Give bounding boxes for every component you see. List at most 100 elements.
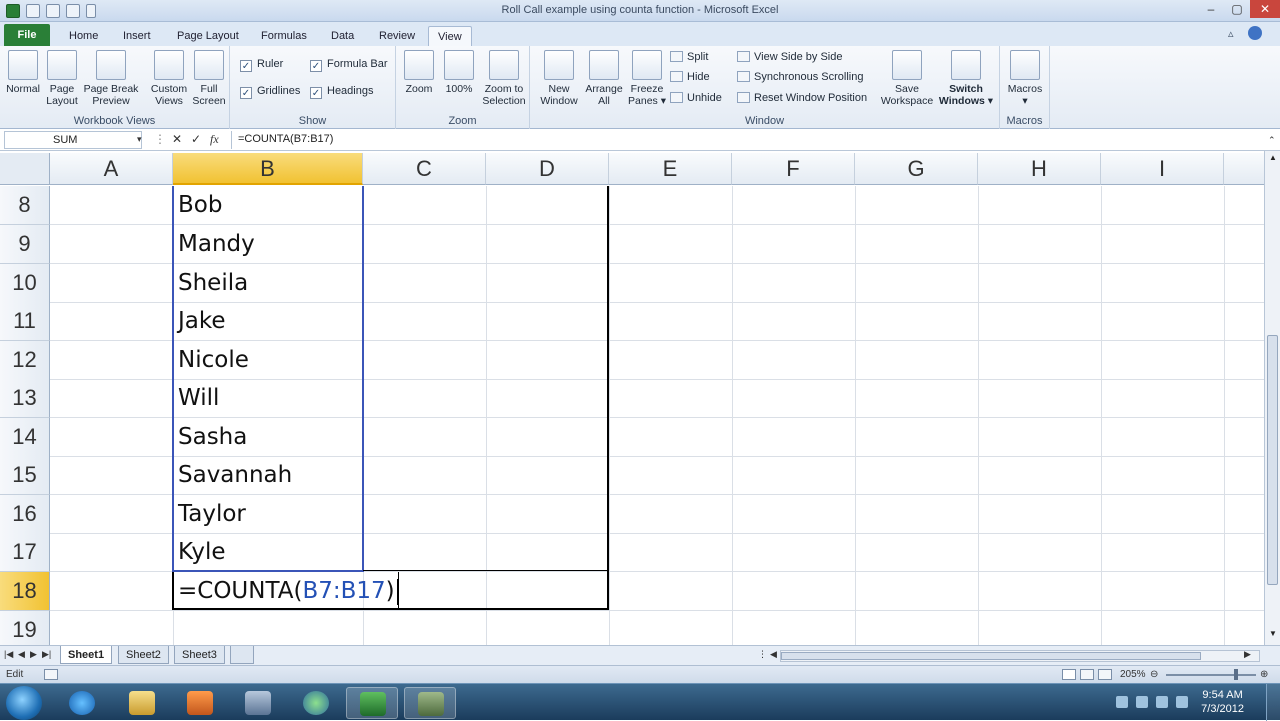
tray-flag-icon[interactable] xyxy=(1116,696,1128,708)
column-header-a[interactable]: A xyxy=(50,153,173,185)
prev-sheet-icon[interactable]: ◀ xyxy=(18,649,25,660)
taskbar-internet-explorer[interactable] xyxy=(56,687,108,719)
tab-file[interactable]: File xyxy=(4,24,50,46)
row-header-16[interactable]: 16 xyxy=(0,495,50,534)
select-all-corner[interactable] xyxy=(0,153,50,185)
zoom-slider-thumb[interactable] xyxy=(1234,669,1238,680)
hide-button[interactable]: Hide xyxy=(670,71,710,83)
custom-views-button[interactable]: Custom Views xyxy=(148,50,190,107)
unhide-button[interactable]: Unhide xyxy=(670,92,722,104)
save-workspace-button[interactable]: Save Workspace xyxy=(876,50,938,107)
start-button[interactable] xyxy=(6,686,42,720)
tab-split-handle-icon[interactable]: ⋮ xyxy=(758,649,767,660)
macros-button[interactable]: Macros ▾ xyxy=(1004,50,1046,107)
zoom-100-button[interactable]: 100% xyxy=(440,50,478,95)
tab-formulas[interactable]: Formulas xyxy=(252,26,316,46)
page-layout-view-icon[interactable] xyxy=(1080,669,1094,680)
minimize-ribbon-icon[interactable]: ▵ xyxy=(1228,27,1234,40)
freeze-panes-button[interactable]: Freeze Panes ▾ xyxy=(626,50,668,107)
cell-b9[interactable]: Mandy xyxy=(173,225,255,263)
zoom-in-icon[interactable]: ⊕ xyxy=(1260,669,1268,680)
tab-page-layout[interactable]: Page Layout xyxy=(168,26,248,46)
scroll-right-icon[interactable]: ▶ xyxy=(1244,649,1251,660)
normal-view-icon[interactable] xyxy=(1062,669,1076,680)
split-button[interactable]: Split xyxy=(670,51,708,63)
column-header-h[interactable]: H xyxy=(978,153,1101,185)
enter-icon[interactable]: ✓ xyxy=(191,132,201,146)
column-header-i[interactable]: I xyxy=(1101,153,1224,185)
macro-record-icon[interactable] xyxy=(44,669,58,680)
page-break-view-icon[interactable] xyxy=(1098,669,1112,680)
minimize-button[interactable]: – xyxy=(1198,0,1224,18)
next-sheet-icon[interactable]: ▶ xyxy=(30,649,37,660)
normal-view-button[interactable]: Normal xyxy=(3,50,43,95)
cell-b10[interactable]: Sheila xyxy=(173,264,248,302)
zoom-out-icon[interactable]: ⊖ xyxy=(1150,669,1158,680)
cell-b8[interactable]: Bob xyxy=(173,186,222,224)
tab-insert[interactable]: Insert xyxy=(114,26,160,46)
switch-windows-button[interactable]: Switch Windows ▾ xyxy=(936,50,996,107)
cell-b11[interactable]: Jake xyxy=(173,302,226,340)
cell-b12[interactable]: Nicole xyxy=(173,341,249,379)
row-header-8[interactable]: 8 xyxy=(0,186,50,225)
sheet-tab-sheet1[interactable]: Sheet1 xyxy=(60,646,113,664)
name-box[interactable]: SUM xyxy=(4,131,142,149)
ruler-checkbox[interactable]: ✓ Ruler xyxy=(240,58,283,72)
column-header-b[interactable]: B xyxy=(173,153,363,185)
row-header-17[interactable]: 17 xyxy=(0,533,50,572)
reset-window-position-button[interactable]: Reset Window Position xyxy=(737,92,867,104)
column-header-g[interactable]: G xyxy=(855,153,978,185)
cell-b13[interactable]: Will xyxy=(173,379,219,417)
synchronous-scrolling-button[interactable]: Synchronous Scrolling xyxy=(737,71,863,83)
cell-b14[interactable]: Sasha xyxy=(173,418,247,456)
insert-function-icon[interactable]: fx xyxy=(210,132,219,147)
maximize-button[interactable]: ▢ xyxy=(1224,0,1250,18)
taskbar-network-app[interactable] xyxy=(290,687,342,719)
name-box-dropdown-icon[interactable]: ▾ xyxy=(137,134,142,145)
row-header-10[interactable]: 10 xyxy=(0,264,50,303)
page-layout-view-button[interactable]: Page Layout xyxy=(44,50,80,107)
taskbar-file-explorer[interactable] xyxy=(116,687,168,719)
formula-bar-checkbox[interactable]: ✓ Formula Bar xyxy=(310,58,388,72)
zoom-button[interactable]: Zoom xyxy=(400,50,438,95)
tray-network-icon[interactable] xyxy=(1136,696,1148,708)
formula-input[interactable]: =COUNTA(B7:B17) xyxy=(231,131,1261,149)
page-break-preview-button[interactable]: Page Break Preview xyxy=(82,50,140,107)
taskbar-excel[interactable] xyxy=(346,687,398,719)
tray-volume-icon[interactable] xyxy=(1176,696,1188,708)
row-header-13[interactable]: 13 xyxy=(0,379,50,418)
horizontal-scrollbar[interactable] xyxy=(780,650,1260,662)
tab-home[interactable]: Home xyxy=(60,26,107,46)
column-header-d[interactable]: D xyxy=(486,153,609,185)
cell-b17[interactable]: Kyle xyxy=(173,533,226,571)
tab-view[interactable]: View xyxy=(428,26,472,46)
column-header-c[interactable]: C xyxy=(363,153,486,185)
horizontal-scroll-thumb[interactable] xyxy=(781,652,1201,660)
close-button[interactable]: ✕ xyxy=(1250,0,1280,18)
cancel-icon[interactable]: ✕ xyxy=(172,132,182,146)
sheet-tab-sheet2[interactable]: Sheet2 xyxy=(118,646,169,664)
headings-checkbox[interactable]: ✓ Headings xyxy=(310,85,373,99)
taskbar-clock[interactable]: 9:54 AM 7/3/2012 xyxy=(1201,688,1244,716)
new-window-button[interactable]: New Window xyxy=(536,50,582,107)
taskbar-camtasia[interactable] xyxy=(404,687,456,719)
row-header-11[interactable]: 11 xyxy=(0,302,50,341)
zoom-slider-track[interactable] xyxy=(1166,674,1256,676)
scroll-down-icon[interactable]: ▼ xyxy=(1269,629,1277,638)
scroll-up-icon[interactable]: ▲ xyxy=(1269,153,1277,162)
last-sheet-icon[interactable]: ▶| xyxy=(42,649,51,660)
formula-bar-splitter-icon[interactable]: ⋮ xyxy=(154,132,166,146)
worksheet-grid[interactable]: A B C D E F G H I 8 Bob 9 Mandy 10 Sheil… xyxy=(0,151,1264,645)
tab-data[interactable]: Data xyxy=(322,26,363,46)
full-screen-button[interactable]: Full Screen xyxy=(190,50,228,107)
zoom-level[interactable]: 205% xyxy=(1120,669,1146,680)
row-header-14[interactable]: 14 xyxy=(0,418,50,457)
expand-formula-bar-icon[interactable]: ⌃ xyxy=(1268,135,1276,146)
cell-b18-editing[interactable]: =COUNTA(B7:B17) xyxy=(173,572,398,610)
scroll-left-icon[interactable]: ◀ xyxy=(770,649,777,660)
sheet-tab-sheet3[interactable]: Sheet3 xyxy=(174,646,225,664)
first-sheet-icon[interactable]: |◀ xyxy=(4,649,13,660)
vertical-scroll-thumb[interactable] xyxy=(1267,335,1278,585)
show-desktop-button[interactable] xyxy=(1266,684,1280,721)
row-header-19[interactable]: 19 xyxy=(0,611,50,645)
